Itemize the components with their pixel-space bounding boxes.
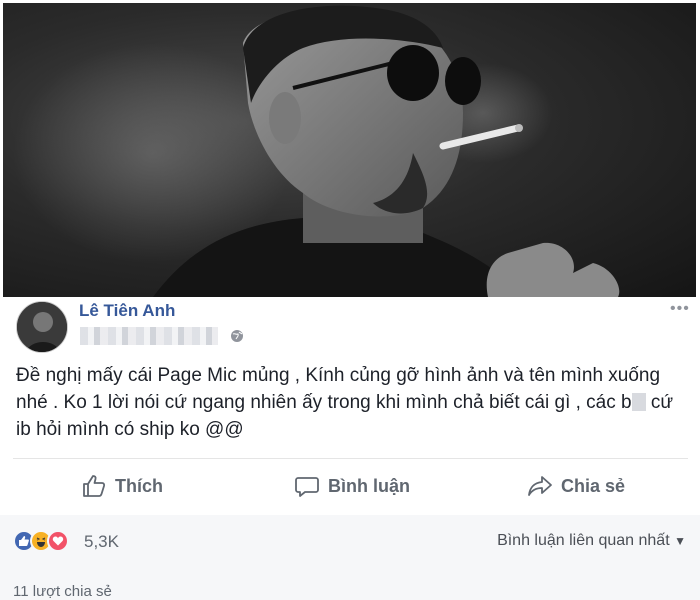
- avatar[interactable]: [16, 301, 68, 353]
- comment-button[interactable]: Bình luận: [294, 460, 410, 512]
- like-label: Thích: [115, 475, 163, 496]
- post-photo[interactable]: [3, 3, 696, 297]
- love-reaction-icon: [47, 530, 69, 552]
- comment-icon: [295, 477, 319, 497]
- post-header: Lê Tiên Anh •••: [0, 297, 700, 357]
- like-button[interactable]: Thích: [81, 460, 163, 512]
- reaction-icons[interactable]: [13, 530, 69, 552]
- author-name[interactable]: Lê Tiên Anh: [79, 301, 175, 321]
- comment-sort-dropdown[interactable]: Bình luận liên quan nhất ▼: [497, 532, 686, 550]
- post-timestamp-blurred: [80, 327, 218, 345]
- globe-icon: [230, 329, 244, 343]
- reaction-count[interactable]: 5,3K: [84, 532, 119, 552]
- reactions-area: 5,3K Bình luận liên quan nhất ▼ 11 lượt …: [0, 515, 700, 600]
- comment-label: Bình luận: [328, 475, 410, 496]
- more-icon[interactable]: •••: [670, 300, 690, 318]
- censor-mark: [631, 393, 646, 411]
- post-text: Đề nghị mấy cái Page Mic mủng , Kính củn…: [16, 362, 688, 443]
- divider: [13, 458, 688, 459]
- share-icon: [528, 476, 552, 496]
- share-button[interactable]: Chia sẻ: [527, 460, 625, 512]
- share-count[interactable]: 11 lượt chia sẻ: [13, 583, 112, 600]
- caret-down-icon: ▼: [674, 534, 686, 548]
- post-text-main: Đề nghị mấy cái Page Mic mủng , Kính củn…: [16, 365, 661, 413]
- action-bar: Thích Bình luận Chia sẻ: [13, 460, 688, 512]
- comment-sort-label: Bình luận liên quan nhất: [497, 532, 670, 549]
- thumbs-up-icon: [83, 475, 106, 497]
- share-label: Chia sẻ: [561, 475, 626, 496]
